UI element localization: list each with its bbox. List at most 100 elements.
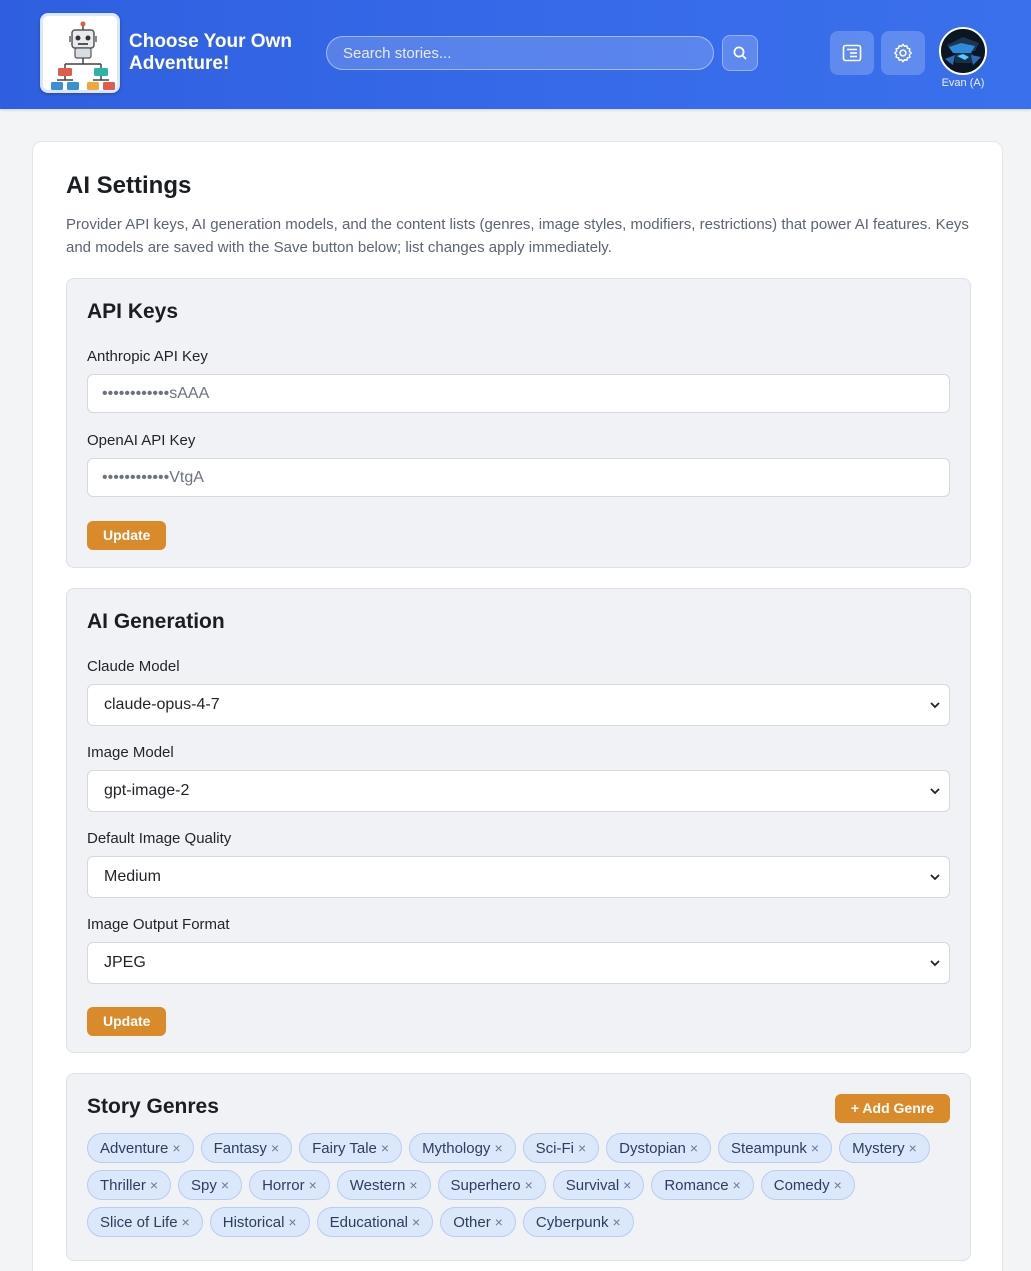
genre-chip[interactable]: Fairy Tale × <box>299 1133 403 1163</box>
genre-chip-label: Mythology <box>422 1140 491 1157</box>
genre-chip-label: Cyberpunk <box>535 1214 609 1231</box>
remove-icon[interactable]: × <box>172 1140 180 1156</box>
genre-chip[interactable]: Cyberpunk × <box>522 1207 634 1237</box>
remove-icon[interactable]: × <box>494 1140 502 1156</box>
user-name: Evan (A) <box>941 77 985 89</box>
remove-icon[interactable]: × <box>271 1140 279 1156</box>
remove-icon[interactable]: × <box>623 1177 631 1193</box>
update-ai-generation-button[interactable]: Update <box>87 1007 167 1036</box>
genre-chip-label: Adventure <box>100 1140 169 1157</box>
search-input[interactable] <box>326 36 714 70</box>
story-genres-section: Story Genres + Add Genre Adventure × Fanta… <box>66 1073 971 1261</box>
genre-chip-label: Fantasy <box>213 1140 267 1157</box>
genre-chip[interactable]: Historical × <box>209 1207 310 1237</box>
ai-generation-section: AI Generation Claude Model claude-opus-4… <box>66 588 971 1053</box>
remove-icon[interactable]: × <box>909 1140 917 1156</box>
genre-chip-list: Adventure × Fantasy × Fairy Tale × Mythology × S… <box>87 1133 947 1237</box>
image-quality-select[interactable]: Medium <box>87 856 950 898</box>
image-format-select[interactable]: JPEG <box>87 942 950 984</box>
stories-list-button[interactable] <box>830 31 874 75</box>
anthropic-key-input[interactable]: ••••••••••••sAAA <box>87 374 950 413</box>
chevron-down-icon <box>930 702 940 709</box>
genre-chip[interactable]: Spy × <box>178 1170 243 1200</box>
remove-icon[interactable]: × <box>578 1140 586 1156</box>
genre-chip[interactable]: Mythology × <box>409 1133 516 1163</box>
remove-icon[interactable]: × <box>381 1140 389 1156</box>
user-avatar[interactable] <box>939 27 987 75</box>
genre-chip[interactable]: Fantasy × <box>200 1133 293 1163</box>
gear-icon <box>894 43 912 63</box>
genre-chip[interactable]: Comedy × <box>760 1170 855 1200</box>
search-icon <box>733 46 747 60</box>
image-quality-label: Default Image Quality <box>87 830 232 847</box>
section-title: API Keys <box>87 300 179 323</box>
genre-chip[interactable]: Dystopian × <box>606 1133 712 1163</box>
genre-chip-label: Romance <box>664 1177 729 1194</box>
search-button[interactable] <box>722 35 758 71</box>
claude-model-label: Claude Model <box>87 658 180 675</box>
genre-chip-label: Mystery <box>852 1140 905 1157</box>
api-keys-section: API Keys Anthropic API Key ••••••••••••s… <box>66 278 971 568</box>
genre-chip[interactable]: Slice of Life × <box>87 1207 203 1237</box>
genre-chip[interactable]: Steampunk × <box>718 1133 833 1163</box>
genre-chip[interactable]: Other × <box>440 1207 516 1237</box>
genre-chip-label: Western <box>349 1177 406 1194</box>
genre-chip-label: Survival <box>565 1177 620 1194</box>
select-value: gpt-image-2 <box>104 782 190 799</box>
genre-chip[interactable]: Mystery × <box>839 1133 930 1163</box>
genre-chip[interactable]: Adventure × <box>87 1133 194 1163</box>
genre-chip-label: Comedy <box>773 1177 830 1194</box>
genre-chip[interactable]: Educational × <box>316 1207 434 1237</box>
remove-icon[interactable]: × <box>525 1177 533 1193</box>
genre-chip-label: Dystopian <box>619 1140 686 1157</box>
image-model-select[interactable]: gpt-image-2 <box>87 770 950 812</box>
remove-icon[interactable]: × <box>733 1177 741 1193</box>
update-api-keys-button[interactable]: Update <box>87 521 167 550</box>
chevron-down-icon <box>930 788 940 795</box>
remove-icon[interactable]: × <box>309 1177 317 1193</box>
image-format-label: Image Output Format <box>87 916 230 933</box>
remove-icon[interactable]: × <box>288 1214 296 1230</box>
remove-icon[interactable]: × <box>495 1214 503 1230</box>
remove-icon[interactable]: × <box>409 1177 417 1193</box>
genre-chip-label: Steampunk <box>731 1140 807 1157</box>
genre-chip[interactable]: Sci-Fi × <box>522 1133 600 1163</box>
remove-icon[interactable]: × <box>811 1140 819 1156</box>
remove-icon[interactable]: × <box>150 1177 158 1193</box>
genre-chip-label: Slice of Life <box>100 1214 178 1231</box>
anthropic-key-label: Anthropic API Key <box>87 348 208 365</box>
remove-icon[interactable]: × <box>412 1214 420 1230</box>
genre-chip[interactable]: Western × <box>336 1170 431 1200</box>
genre-chip[interactable]: Romance × <box>651 1170 754 1200</box>
remove-icon[interactable]: × <box>612 1214 620 1230</box>
remove-icon[interactable]: × <box>834 1177 842 1193</box>
remove-icon[interactable]: × <box>690 1140 698 1156</box>
remove-icon[interactable]: × <box>221 1177 229 1193</box>
genre-chip[interactable]: Thriller × <box>87 1170 172 1200</box>
app-logo[interactable] <box>40 13 120 93</box>
claude-model-select[interactable]: claude-opus-4-7 <box>87 684 950 726</box>
genre-chip-label: Sci-Fi <box>535 1140 574 1157</box>
select-value: JPEG <box>104 954 146 971</box>
genre-chip-label: Other <box>453 1214 491 1231</box>
genre-chip[interactable]: Superhero × <box>437 1170 546 1200</box>
openai-key-label: OpenAI API Key <box>87 432 196 449</box>
genre-chip-label: Spy <box>191 1177 217 1194</box>
openai-key-input[interactable]: ••••••••••••VtgA <box>87 458 950 497</box>
genre-chip[interactable]: Survival × <box>552 1170 645 1200</box>
image-model-label: Image Model <box>87 744 174 761</box>
list-icon <box>842 44 862 62</box>
chevron-down-icon <box>930 960 940 967</box>
genre-chip-label: Horror <box>262 1177 305 1194</box>
page-description: Provider API keys, AI generation models,… <box>66 216 969 256</box>
remove-icon[interactable]: × <box>182 1214 190 1230</box>
robot-flowchart-logo-icon <box>51 21 115 90</box>
genre-chip[interactable]: Horror × <box>249 1170 330 1200</box>
genre-chip-label: Thriller <box>100 1177 146 1194</box>
genre-chip-label: Historical <box>222 1214 285 1231</box>
add-genre-button[interactable]: + Add Genre <box>834 1094 950 1123</box>
app-title[interactable]: Choose Your Own Adventure! <box>129 31 319 75</box>
page-title: AI Settings <box>66 172 192 199</box>
select-value: claude-opus-4-7 <box>104 696 220 713</box>
settings-button[interactable] <box>881 31 925 75</box>
